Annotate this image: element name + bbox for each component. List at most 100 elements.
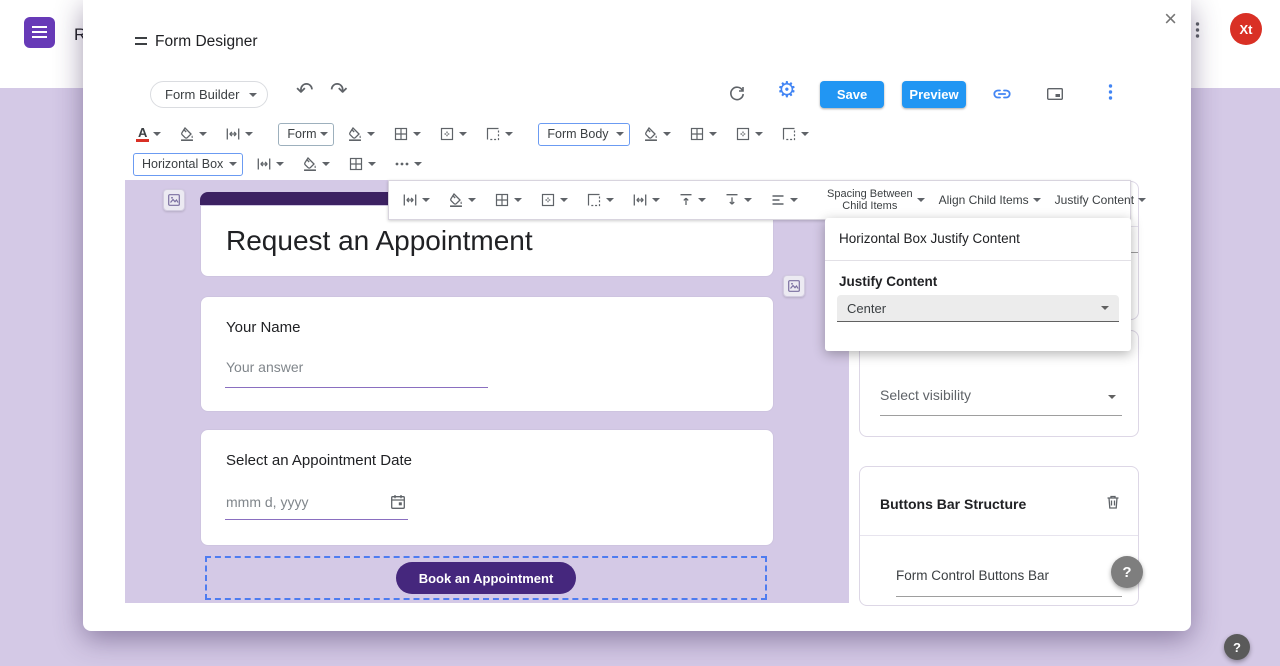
ctx-border-all-button[interactable] [491,192,525,208]
chevron-down-icon [1032,198,1041,202]
body-fill-color-button[interactable] [640,126,674,142]
chevron-down-icon [413,132,422,136]
padding-bottom-icon [724,192,740,208]
picture-in-picture-icon[interactable] [1045,84,1065,104]
chevron-down-icon [1108,395,1116,399]
chevron-down-icon [276,162,284,166]
ctx-spacing-horizontal-button[interactable] [629,192,663,208]
form-title: Request an Appointment [226,225,533,256]
hbox-fill-color-button[interactable] [299,156,333,172]
ctx-padding-bottom-button[interactable] [721,192,755,208]
horizontal-box-context-toolbar: Spacing Between Child Items Align Child … [388,180,1147,220]
form-control-buttons-bar-item[interactable]: Form Control Buttons Bar [896,568,1049,583]
ctx-fill-color-button[interactable] [445,192,479,208]
fill-color-icon [179,126,195,142]
fill-color-button[interactable] [176,126,210,142]
menu-icon[interactable] [135,37,147,45]
justify-content-selected-value: Center [847,300,887,316]
date-question-card[interactable]: Select an Appointment Date mmm d, yyyy [200,429,774,546]
ctx-border-outer-button[interactable] [537,192,571,208]
fill-color-icon [347,126,363,142]
border-all-icon [393,126,409,142]
form-fill-color-button[interactable] [344,126,378,142]
justify-content-panel: Horizontal Box Justify Content Justify C… [825,218,1131,351]
fill-color-icon [448,192,464,208]
chevron-down-icon [514,198,522,202]
form-preview-canvas: Request an Appointment Your Name Your an… [125,180,849,603]
save-button[interactable]: Save [820,81,884,108]
calendar-icon[interactable] [389,493,407,511]
dialog-title: Form Designer [155,33,258,50]
fill-color-icon [643,126,659,142]
link-icon[interactable] [991,83,1013,105]
form-target-select[interactable]: Form [278,122,335,146]
name-question-label: Your Name [226,319,301,336]
visibility-select[interactable]: Select visibility [880,387,971,403]
preview-button[interactable]: Preview [902,81,966,108]
justify-content-select[interactable]: Center [837,295,1119,322]
form-body-target-label: Form Body [547,127,609,141]
align-child-items-dropdown[interactable]: Align Child Items [939,193,1041,207]
chevron-down-icon [755,132,764,136]
undo-icon[interactable]: ↶ [296,80,314,101]
name-question-card[interactable]: Your Name Your answer [200,296,774,412]
visibility-select-underline [880,415,1122,416]
close-icon[interactable]: × [1164,8,1177,30]
form-builder-dropdown[interactable]: Form Builder [150,81,268,108]
ctx-width-button[interactable] [399,192,433,208]
chevron-down-icon [368,162,376,166]
gear-icon[interactable]: ⚙ [777,79,797,101]
text-color-button[interactable]: A [133,126,164,142]
spacing-between-child-items-dropdown[interactable]: Spacing Between Child Items [827,188,925,212]
chevron-down-icon [744,198,752,202]
widget-badge-icon[interactable] [783,275,805,297]
item-underline [896,596,1122,597]
widget-badge-icon[interactable] [163,189,185,211]
justify-content-label: Justify Content [1054,193,1135,207]
hbox-border-all-button[interactable] [345,156,379,172]
justify-content-dropdown[interactable]: Justify Content [1054,193,1147,207]
ctx-border-style-button[interactable] [583,192,617,208]
redo-icon[interactable]: ↷ [330,80,348,101]
date-input-underline [225,519,408,520]
panel-divider [825,260,1131,261]
selected-buttons-bar[interactable]: Book an Appointment [205,556,767,600]
chevron-down-icon [459,132,468,136]
width-icon [225,126,241,142]
page-help-button[interactable]: ? [1224,634,1250,660]
ctx-align-lines-button[interactable] [767,192,801,208]
hbox-width-button[interactable] [253,156,287,172]
chevron-down-icon [1138,198,1147,202]
align-lines-icon [770,192,786,208]
forms-app-logo-icon [24,17,55,48]
more-vertical-icon[interactable] [1192,20,1202,40]
name-input-placeholder[interactable]: Your answer [226,359,303,375]
refresh-icon[interactable] [727,84,747,104]
chevron-down-icon [414,162,422,166]
form-border-outer-button[interactable] [436,126,470,142]
book-appointment-button[interactable]: Book an Appointment [396,562,576,594]
form-border-style-button[interactable] [482,126,516,142]
chevron-down-icon [560,198,568,202]
form-border-all-button[interactable] [390,126,424,142]
kebab-menu-icon[interactable] [1105,82,1115,102]
chevron-down-icon [199,132,208,136]
buttons-bar-card-title: Buttons Bar Structure [880,496,1027,512]
horizontal-box-target-select[interactable]: Horizontal Box [133,152,243,176]
body-border-all-button[interactable] [686,126,720,142]
avatar[interactable]: Xt [1230,13,1262,45]
body-border-outer-button[interactable] [732,126,766,142]
name-input-underline [225,387,488,388]
border-all-icon [348,156,364,172]
hbox-more-button[interactable] [391,156,425,172]
border-outer-icon [735,126,751,142]
chevron-down-icon [367,132,376,136]
trash-icon[interactable] [1104,493,1122,511]
width-button[interactable] [222,126,256,142]
ctx-padding-top-button[interactable] [675,192,709,208]
body-border-style-button[interactable] [778,126,812,142]
justify-panel-header: Horizontal Box Justify Content [839,231,1020,246]
form-body-target-select[interactable]: Form Body [538,122,631,146]
help-button[interactable]: ? [1111,556,1143,588]
date-input-placeholder[interactable]: mmm d, yyyy [226,494,308,510]
